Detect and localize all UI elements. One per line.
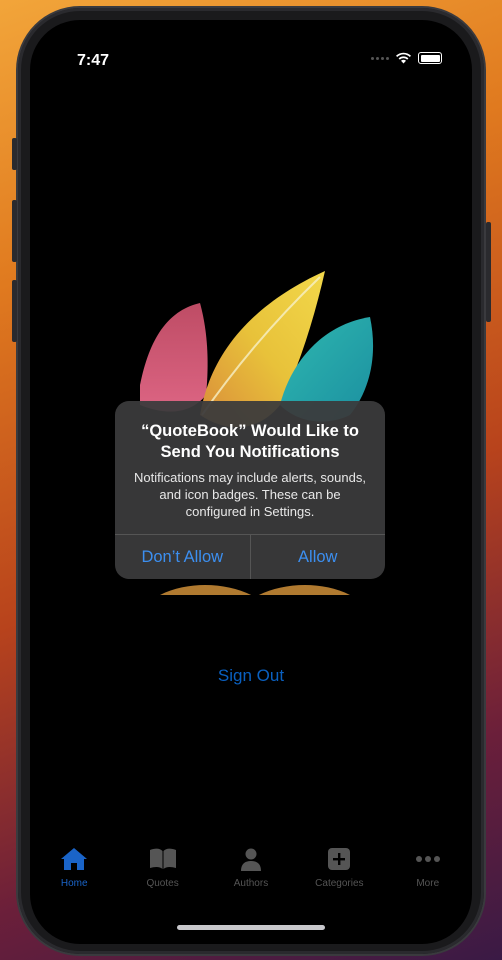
allow-button[interactable]: Allow bbox=[249, 535, 386, 579]
cellular-icon bbox=[371, 56, 389, 60]
volume-down-button bbox=[12, 280, 17, 342]
tab-quotes-label: Quotes bbox=[146, 878, 179, 889]
status-time: 7:47 bbox=[77, 52, 110, 69]
tab-home-label: Home bbox=[60, 878, 88, 889]
tab-categories-label: Categories bbox=[315, 878, 364, 889]
mute-switch bbox=[12, 138, 17, 170]
tab-more-label: More bbox=[416, 878, 440, 889]
volume-up-button bbox=[12, 200, 17, 262]
book-icon bbox=[148, 844, 178, 874]
alert-title: “QuoteBook” Would Like to Send You Notif… bbox=[141, 422, 359, 461]
sign-out-button[interactable]: Sign Out bbox=[30, 666, 472, 686]
tab-categories[interactable]: Categories bbox=[299, 844, 379, 904]
alert-button-row: Don’t Allow Allow bbox=[115, 534, 385, 579]
tab-home[interactable]: Home bbox=[34, 844, 114, 904]
person-icon bbox=[236, 844, 266, 874]
wifi-icon bbox=[396, 52, 411, 64]
alert-message: Notifications may include alerts, sounds… bbox=[134, 470, 366, 519]
power-button bbox=[486, 222, 491, 322]
tab-quotes[interactable]: Quotes bbox=[123, 844, 203, 904]
home-indicator[interactable] bbox=[177, 925, 325, 930]
battery-icon bbox=[418, 52, 442, 64]
tab-authors-label: Authors bbox=[233, 878, 269, 889]
tab-more[interactable]: More bbox=[388, 844, 468, 904]
screen: 7:47 Sign Out “QuoteBook” Would Like to … bbox=[30, 20, 472, 944]
tab-authors[interactable]: Authors bbox=[211, 844, 291, 904]
status-bar: 7:47 bbox=[30, 50, 472, 74]
home-icon bbox=[59, 844, 89, 874]
tab-bar: Home Quotes Authors Categories More bbox=[30, 844, 472, 904]
notification-permission-alert: “QuoteBook” Would Like to Send You Notif… bbox=[115, 401, 385, 579]
ellipsis-icon bbox=[413, 844, 443, 874]
dont-allow-button[interactable]: Don’t Allow bbox=[115, 535, 250, 579]
plus-square-icon bbox=[324, 844, 354, 874]
